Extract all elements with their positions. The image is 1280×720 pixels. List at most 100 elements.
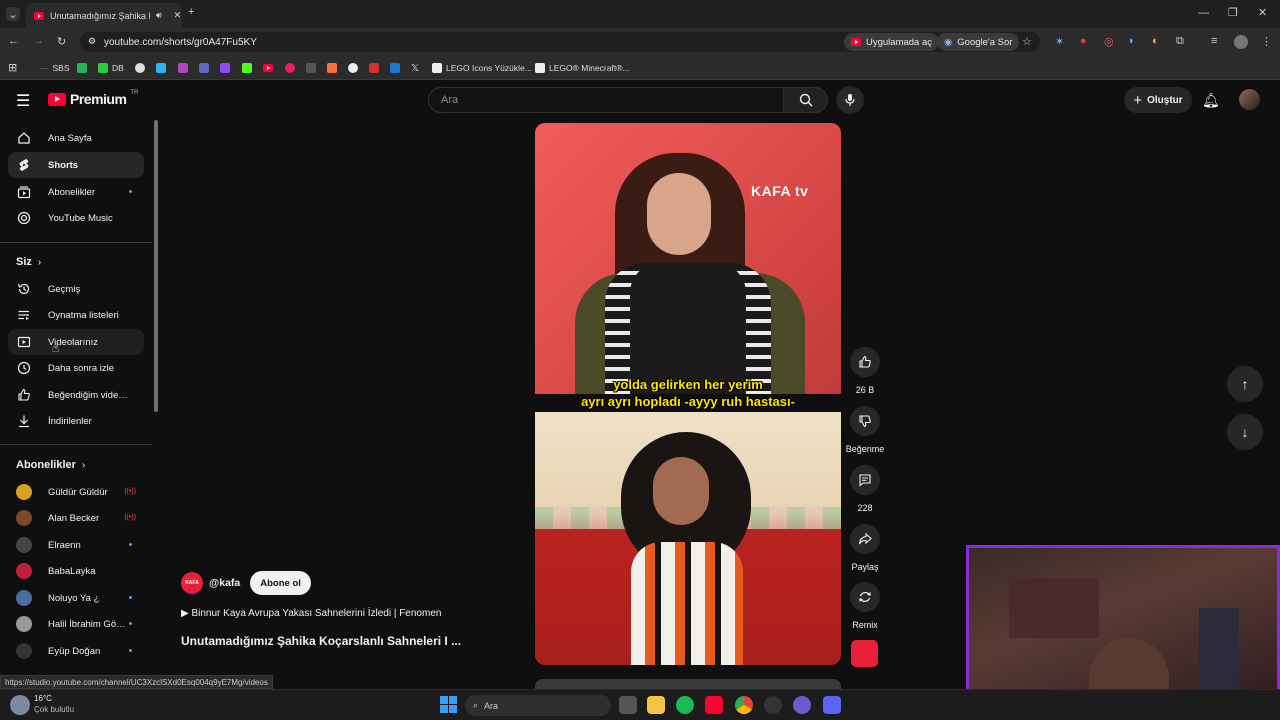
comments-action[interactable]: 228 [846, 465, 884, 513]
apps-grid-icon[interactable]: ⊞ [8, 61, 17, 74]
sidebar-item-history[interactable]: Geçmiş [8, 276, 144, 302]
ask-google-button[interactable]: ◉ Google'a Sor [937, 33, 1020, 51]
minimize-icon[interactable]: — [1198, 7, 1209, 19]
you-section-heading[interactable]: Siz › [16, 256, 41, 268]
browser-tab[interactable]: Unutamadığımız Şahika Koç 🔊︎ ✕ [26, 3, 182, 28]
previous-short-button[interactable]: ↑ [1227, 366, 1263, 402]
forward-icon[interactable]: → [33, 35, 44, 47]
bookmark-4[interactable] [199, 60, 209, 76]
bookmark-2[interactable] [156, 60, 166, 76]
close-window-icon[interactable]: ✕ [1258, 6, 1267, 19]
taskbar-search[interactable]: ⌕ Ara [465, 695, 611, 716]
subscription-item[interactable]: Halil İbrahim Gök... [8, 611, 144, 637]
sidebar-item-liked-videos[interactable]: Beğendiğim videolar [8, 382, 144, 408]
subscription-item[interactable]: Noluyo Ya ¿ [8, 585, 144, 611]
subscriptions-section-heading[interactable]: Abonelikler › [16, 459, 85, 471]
channel-handle[interactable]: @kafa [209, 577, 240, 589]
subscribe-button[interactable]: Abone ol [250, 571, 311, 595]
open-in-app-button[interactable]: Uygulamada aç [844, 33, 940, 51]
windows-start-icon[interactable] [440, 696, 457, 713]
share-action[interactable]: Paylaş [846, 524, 884, 572]
sidebar-item-subscriptions[interactable]: Abonelikler [8, 179, 144, 205]
bookmark-star-icon[interactable]: ☆ [1022, 35, 1032, 48]
extension-darkmode-icon[interactable]: ◐ [1152, 35, 1159, 47]
extension-adblock-icon[interactable]: ◎ [1104, 35, 1114, 48]
steam-icon[interactable] [764, 696, 782, 714]
weather-icon[interactable] [10, 695, 30, 715]
user-avatar[interactable] [1239, 89, 1260, 110]
bookmark-twitch[interactable] [220, 60, 230, 76]
youtube-premium-logo[interactable]: Premium TR [48, 90, 138, 107]
dislike-action[interactable]: Beğenme [846, 406, 884, 454]
extensions-puzzle-icon[interactable]: ⧉ [1176, 35, 1184, 48]
remix-button[interactable] [850, 582, 880, 612]
extension-translate-icon[interactable]: ✶ [1055, 35, 1064, 48]
bookmark-green[interactable] [77, 60, 87, 76]
bookmark-db[interactable]: DB [98, 60, 124, 76]
like-action[interactable]: 26 B [846, 347, 884, 395]
subscription-item[interactable]: Eyüp Doğan [8, 638, 144, 664]
bookmark-7[interactable] [327, 60, 337, 76]
sidebar-item-your-videos[interactable]: Videolarınız [8, 329, 144, 355]
subscription-item[interactable]: Elraenn [8, 532, 144, 558]
share-button[interactable] [850, 524, 880, 554]
bookmark-10[interactable] [390, 60, 400, 76]
bookmark-github[interactable] [135, 60, 145, 76]
related-video-link[interactable]: ▶ Binnur Kaya Avrupa Yakası Sahnelerini … [181, 608, 441, 619]
short-video-player[interactable]: KAFA tv yolda gelirken her yerim ayrı ay… [535, 123, 841, 665]
bookmark-lego-icons[interactable]: LEGO Icons Yüzükle... [432, 60, 532, 76]
channel-avatar[interactable]: KAFA [181, 572, 203, 594]
search-input[interactable]: Ara [428, 87, 784, 113]
back-icon[interactable]: ← [8, 35, 19, 47]
reload-icon[interactable]: ↻ [57, 35, 66, 48]
sidebar-item-shorts[interactable]: Shorts [8, 152, 144, 178]
chrome-menu-icon[interactable]: ⋮ [1261, 35, 1272, 48]
bookmark-x[interactable]: 𝕏 [411, 60, 419, 76]
bookmark-kick[interactable] [242, 60, 252, 76]
subscription-item[interactable]: BabaLayka [8, 558, 144, 584]
comments-button[interactable] [850, 465, 880, 495]
sound-thumbnail[interactable] [851, 640, 878, 667]
profile-avatar[interactable] [1234, 35, 1248, 49]
site-info-icon[interactable]: ⚙ [88, 36, 96, 47]
bookmark-lego-minecraft[interactable]: LEGO® Minecraft®... [535, 60, 630, 76]
bookmark-youtube[interactable] [263, 60, 273, 76]
tab-close-icon[interactable]: ✕ [174, 10, 182, 21]
chrome-icon[interactable] [735, 696, 753, 714]
extension-pinterest-icon[interactable]: ● [1080, 35, 1087, 47]
search-button[interactable] [784, 87, 828, 113]
task-view-icon[interactable] [619, 696, 637, 714]
create-button[interactable]: + Oluştur [1124, 87, 1192, 113]
bookmark-5[interactable] [285, 60, 295, 76]
remix-action[interactable]: Remix [846, 582, 884, 630]
bookmark-sbs[interactable]: — SBS [40, 60, 70, 76]
restore-icon[interactable]: ❐ [1228, 6, 1238, 19]
bookmark-9[interactable] [369, 60, 379, 76]
sidebar-item-youtube-music[interactable]: YouTube Music [8, 205, 144, 231]
sidebar-item-playlists[interactable]: Oynatma listeleri [8, 302, 144, 328]
youtube-app-taskbar-icon[interactable] [705, 696, 723, 714]
voice-search-button[interactable] [836, 86, 864, 114]
file-explorer-icon[interactable] [647, 696, 665, 714]
short-title[interactable]: Unutamadığımız Şahika Koçarslanlı Sahnel… [181, 634, 461, 648]
like-button[interactable] [850, 347, 880, 377]
sidebar-item-downloads[interactable]: İndirilenler [8, 408, 144, 434]
sidebar-scrollbar[interactable] [154, 120, 158, 412]
extension-audio-icon[interactable]: ◗ [1128, 35, 1135, 47]
speaker-icon[interactable]: 🔊︎ [156, 10, 162, 21]
tab-search-icon[interactable]: ⌄ [6, 7, 20, 21]
hamburger-menu-icon[interactable]: ☰ [16, 91, 30, 111]
obs-icon[interactable] [793, 696, 811, 714]
notifications-bell-icon[interactable]: 🔔︎ [1202, 92, 1220, 109]
reading-list-icon[interactable]: ≡ [1211, 35, 1217, 47]
sidebar-item-home[interactable]: Ana Sayfa [8, 125, 144, 151]
new-tab-icon[interactable]: + [188, 6, 194, 18]
bookmark-3[interactable] [178, 60, 188, 76]
spotify-icon[interactable] [676, 696, 694, 714]
next-short-button[interactable]: ↓ [1227, 414, 1263, 450]
subscription-item[interactable]: Güldür Güldür ((•)) [8, 479, 144, 505]
dislike-button[interactable] [850, 406, 880, 436]
discord-icon[interactable] [823, 696, 841, 714]
bookmark-8[interactable] [348, 60, 358, 76]
bookmark-6[interactable] [306, 60, 316, 76]
